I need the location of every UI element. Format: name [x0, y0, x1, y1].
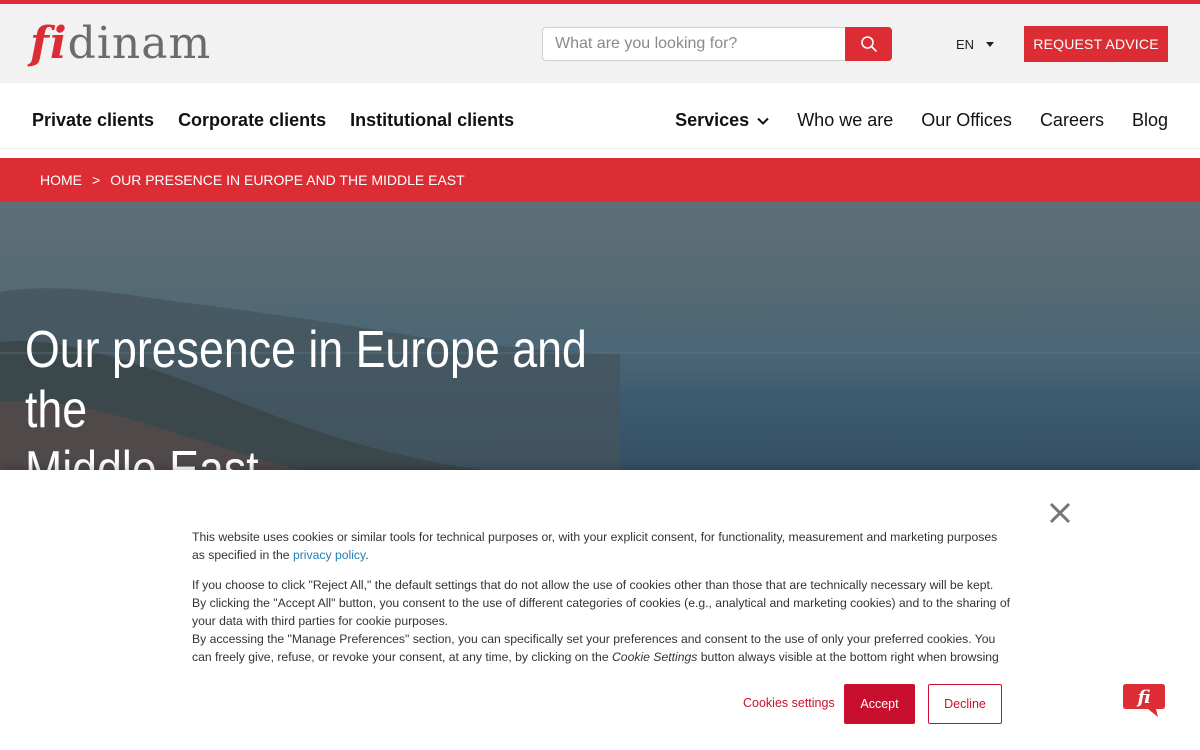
cookie-accept-info: By clicking the "Accept All" button, you… — [192, 596, 1011, 628]
search-box — [542, 27, 892, 61]
hero-banner: Our presence in Europe and the Middle Ea… — [0, 202, 1200, 470]
cookie-banner: This website uses cookies or similar too… — [0, 470, 1200, 750]
request-advice-button[interactable]: REQUEST ADVICE — [1024, 26, 1168, 62]
search-button[interactable] — [845, 27, 892, 61]
logo-wordmark: dinam — [67, 18, 212, 69]
decline-button[interactable]: Decline — [928, 684, 1002, 724]
nav-careers[interactable]: Careers — [1040, 110, 1104, 131]
nav-who-we-are[interactable]: Who we are — [797, 110, 893, 131]
page-title-line-1: Our presence in Europe and the — [25, 321, 587, 439]
breadcrumb-separator: > — [92, 172, 101, 188]
search-icon — [860, 36, 877, 52]
nav-services[interactable]: Services — [675, 110, 769, 131]
site-nav: Services Who we are Our Offices Careers … — [675, 110, 1168, 131]
breadcrumb-home[interactable]: HOME — [40, 172, 82, 188]
nav-institutional-clients[interactable]: Institutional clients — [350, 110, 514, 131]
nav-private-clients[interactable]: Private clients — [32, 110, 154, 131]
nav-our-offices[interactable]: Our Offices — [921, 110, 1012, 131]
chevron-down-icon — [986, 42, 995, 47]
header: fidinam EN REQUEST ADVICE — [0, 4, 1200, 83]
nav-blog[interactable]: Blog — [1132, 110, 1168, 131]
cookie-settings-badge-icon[interactable]: fi — [1122, 682, 1166, 718]
language-selector[interactable]: EN — [956, 37, 995, 52]
nav-corporate-clients[interactable]: Corporate clients — [178, 110, 326, 131]
page-title-line-2: Middle East — [25, 441, 259, 470]
fidinam-logo[interactable]: fi dinam — [30, 18, 211, 69]
breadcrumb-current: OUR PRESENCE IN EUROPE AND THE MIDDLE EA… — [110, 172, 465, 188]
accept-button[interactable]: Accept — [844, 684, 915, 724]
cookie-settings-mention: Cookie Settings — [612, 650, 698, 664]
chat-badge-label: fi — [1135, 687, 1150, 708]
page-title: Our presence in Europe and the Middle Ea… — [25, 320, 644, 470]
cookie-preferences-info-end: button always visible at the bottom righ… — [697, 650, 999, 664]
search-input[interactable] — [543, 28, 845, 60]
nav-services-label: Services — [675, 110, 750, 130]
main-nav: Private clients Corporate clients Instit… — [0, 83, 1200, 149]
cookie-reject-info: If you choose to click "Reject All," the… — [192, 578, 994, 592]
language-label: EN — [956, 37, 975, 52]
chevron-down-icon — [757, 117, 769, 125]
cookies-settings-link[interactable]: Cookies settings — [743, 696, 835, 710]
cookie-notice-text: This website uses cookies or similar too… — [192, 528, 1012, 666]
breadcrumb: HOME > OUR PRESENCE IN EUROPE AND THE MI… — [0, 158, 1200, 202]
client-nav: Private clients Corporate clients Instit… — [32, 110, 514, 131]
cookie-paragraph-2: If you choose to click "Reject All," the… — [192, 576, 1012, 666]
privacy-policy-link[interactable]: privacy policy — [293, 548, 365, 562]
logo-mark: fi — [30, 18, 68, 69]
cookie-text-1-end: . — [365, 548, 369, 562]
close-icon[interactable] — [1047, 500, 1073, 526]
cookie-paragraph-1: This website uses cookies or similar too… — [192, 528, 1012, 564]
